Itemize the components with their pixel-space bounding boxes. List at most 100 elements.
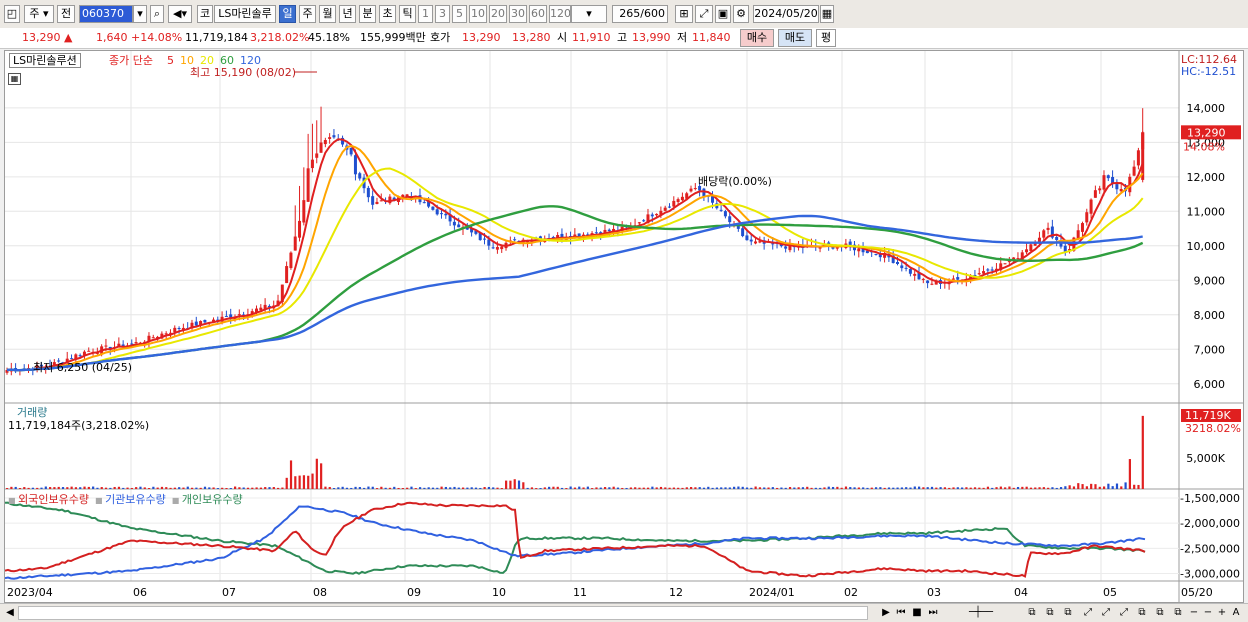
volume-bar xyxy=(556,486,559,489)
volume-bar xyxy=(1141,415,1144,489)
holders-legend: ■ 외국인보유수량 ■ 기관보유수량 ■ 개인보유수량 xyxy=(8,493,249,507)
volume-bar xyxy=(741,486,744,489)
tool-icon-9[interactable]: ⧉ xyxy=(1170,606,1186,620)
volume-bar xyxy=(492,487,495,489)
interval-2[interactable]: 5 xyxy=(452,5,467,23)
volume-bar xyxy=(449,487,452,489)
period-2[interactable]: 월 xyxy=(319,5,336,23)
volume-bar xyxy=(999,486,1002,489)
candle-body xyxy=(353,155,357,175)
tool-icon-3[interactable]: ⧉ xyxy=(1060,606,1076,620)
interval-dropdown[interactable]: ▾ xyxy=(571,5,607,23)
candle-body xyxy=(435,209,439,215)
volume-bar xyxy=(436,487,439,489)
zoom-out-icon[interactable]: − xyxy=(1188,606,1200,620)
volume-bar xyxy=(246,487,250,489)
max-price-annotation: 최고 15,190 (08/02) xyxy=(190,66,296,79)
volume-bar xyxy=(423,487,426,489)
candle-body xyxy=(667,206,671,208)
volume-bar xyxy=(83,486,86,489)
stock-name-tag[interactable]: LS마린솔루션 xyxy=(9,53,81,68)
volume-bar xyxy=(926,487,929,489)
buy-button[interactable]: 매수 xyxy=(740,29,774,47)
horizontal-scrollbar[interactable] xyxy=(18,606,868,620)
bottom-controls: ◀ ▶ ⏮ ■ ⏭ ─┼── ⧉ ⧉ ⧉ ⤢ ⤢ ⤢ ⧉ ⧉ ⧉ − − + A xyxy=(0,603,1248,622)
grid-icon[interactable]: ▦ xyxy=(8,73,21,85)
sell-button[interactable]: 매도 xyxy=(778,29,812,47)
scroll-left-icon[interactable]: ◀ xyxy=(4,606,16,620)
tool-icon-2[interactable]: ⧉ xyxy=(1042,606,1058,620)
volume-bar xyxy=(952,487,955,489)
volume-bar xyxy=(969,487,972,489)
eval-button[interactable]: 평 xyxy=(816,29,836,47)
volume-bar xyxy=(668,487,671,489)
zoom-in-icon[interactable]: + xyxy=(1216,606,1228,620)
interval-4[interactable]: 20 xyxy=(489,5,507,23)
period-5[interactable]: 초 xyxy=(379,5,396,23)
code-dropdown-icon[interactable]: ▾ xyxy=(133,5,147,23)
volume-bar xyxy=(104,487,108,489)
interval-1[interactable]: 3 xyxy=(435,5,450,23)
volume-bar xyxy=(930,486,934,489)
interval-6[interactable]: 60 xyxy=(529,5,547,23)
volume-bar xyxy=(298,475,301,489)
scroll-right-icon[interactable]: ▶ xyxy=(880,606,892,620)
prev-button[interactable]: 전 xyxy=(57,5,75,23)
volume-bar xyxy=(646,487,650,489)
tool-icon-5[interactable]: ⤢ xyxy=(1098,606,1114,620)
stop-icon[interactable]: ■ xyxy=(910,606,924,620)
tool-icon-1[interactable]: ⧉ xyxy=(1024,606,1040,620)
candle-body xyxy=(1063,245,1067,252)
candle-body xyxy=(302,200,306,223)
volume-bar xyxy=(401,488,404,489)
tool-icon-4[interactable]: ⤢ xyxy=(1080,606,1096,620)
holders-legend-item: 기관보유수량 xyxy=(105,493,166,506)
period-1[interactable]: 주 xyxy=(299,5,316,23)
volume-bar xyxy=(1047,487,1050,489)
period-6[interactable]: 틱 xyxy=(399,5,416,23)
volume-bar xyxy=(685,487,688,489)
tool-icon-7[interactable]: ⧉ xyxy=(1134,606,1150,620)
stock-chart[interactable]: 6,000 7,000 8,000 9,000 10,000 11,000 12,000 13… xyxy=(4,50,1244,603)
save-icon[interactable]: ▣ xyxy=(715,5,731,23)
tool-icon-8[interactable]: ⧉ xyxy=(1152,606,1168,620)
first-icon[interactable]: ⏮ xyxy=(894,606,908,620)
font-size-icon[interactable]: A xyxy=(1230,606,1242,620)
candle-body xyxy=(1042,230,1046,238)
calendar-icon[interactable]: ▦ xyxy=(820,5,834,23)
candle-icon[interactable]: ⊞ xyxy=(675,5,693,23)
candle-body xyxy=(719,209,723,211)
turnover-pct: 45.18% xyxy=(308,31,350,44)
volume-bar xyxy=(397,487,400,489)
volume-bar xyxy=(371,486,374,489)
interval-5[interactable]: 30 xyxy=(509,5,527,23)
count-input[interactable]: 265/600 xyxy=(612,5,668,23)
volume-bar xyxy=(535,488,538,489)
tool-icon-6[interactable]: ⤢ xyxy=(1116,606,1132,620)
volume-bar xyxy=(152,486,155,489)
window-icon[interactable]: ◰ xyxy=(4,5,20,23)
gear-icon[interactable]: ⚙ xyxy=(733,5,749,23)
search-icon[interactable]: ⌕ xyxy=(150,5,164,23)
chart-type-icon[interactable]: ⤢ xyxy=(695,5,713,23)
zoom-reset-icon[interactable]: − xyxy=(1202,606,1214,620)
last-icon[interactable]: ⏭ xyxy=(926,606,940,620)
interval-0[interactable]: 1 xyxy=(418,5,433,23)
volume-bar xyxy=(849,487,852,489)
type-select[interactable]: 주 ▾ xyxy=(24,5,54,23)
interval-3[interactable]: 10 xyxy=(469,5,487,23)
period-4[interactable]: 분 xyxy=(359,5,376,23)
quote-bar: 13,290 ▲ 1,640 +14.08% 11,719,184 3,218.… xyxy=(0,28,1248,49)
period-3[interactable]: 년 xyxy=(339,5,356,23)
date-input[interactable]: 2024/05/20 xyxy=(753,5,819,23)
candle-body xyxy=(1016,258,1020,260)
period-0[interactable]: 일 xyxy=(279,5,296,23)
interval-7[interactable]: 120 xyxy=(549,5,571,23)
candle-body xyxy=(930,283,934,285)
volume-bar xyxy=(978,487,981,489)
chart-canvas[interactable]: 6,000 7,000 8,000 9,000 10,000 11,000 12,000 13… xyxy=(4,51,1243,602)
sound-icon[interactable]: ◀▾ xyxy=(168,5,192,23)
stock-code-input[interactable]: 060370 xyxy=(79,5,133,23)
volume-bar xyxy=(135,487,138,489)
zoom-slider[interactable]: ─┼── xyxy=(946,606,1016,620)
